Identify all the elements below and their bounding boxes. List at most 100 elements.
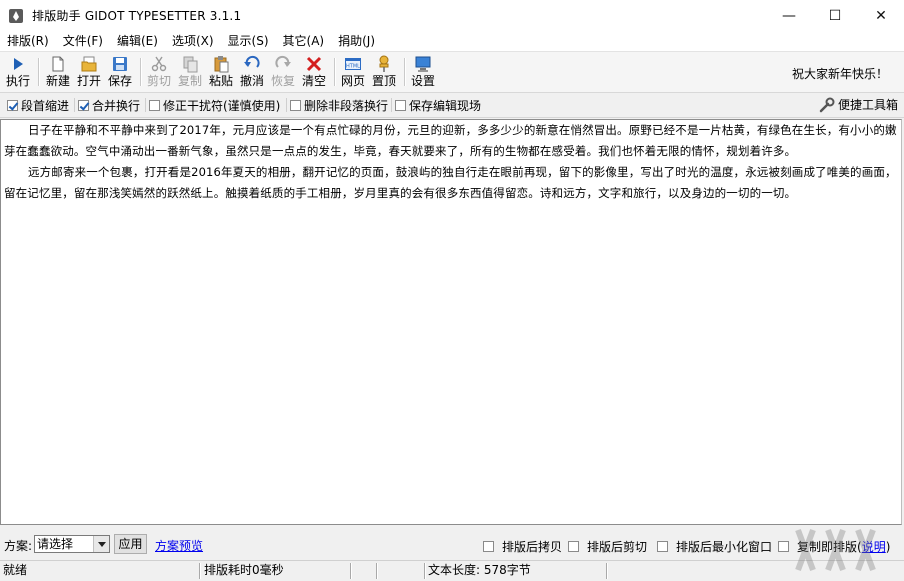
run-button[interactable]: 执行: [4, 54, 32, 90]
menu-options[interactable]: 选项(X): [165, 31, 221, 51]
editor-paragraph: 日子在平静和不平静中来到了2017年，元月应该是一个有点忙碌的月份，元旦的迎新，…: [4, 123, 897, 158]
app-icon: [9, 8, 23, 23]
greeting-text: 祝大家新年快乐！: [791, 67, 888, 81]
undo-label: 撤消: [239, 74, 264, 88]
menu-typeset[interactable]: 排版(R): [0, 31, 56, 51]
window-title: 排版助手 GIDOT TYPESETTER 3.1.1: [32, 9, 242, 23]
menu-other[interactable]: 其它(A): [276, 31, 332, 51]
close-paren: ): [885, 539, 891, 554]
settings-button[interactable]: 设置: [409, 54, 437, 90]
open-label: 打开: [76, 74, 101, 88]
scheme-label: 方案:: [4, 539, 33, 553]
save-label: 保存: [107, 74, 132, 88]
option-indent[interactable]: 段首缩进: [7, 97, 69, 113]
option-indent-label: 段首缩进: [21, 98, 70, 113]
option-copy-typeset-label: 复制即排版(: [797, 540, 862, 554]
clear-button[interactable]: 清空: [300, 54, 328, 90]
status-divider: [376, 563, 378, 579]
status-divider: [350, 563, 352, 579]
menu-donate[interactable]: 捐助(J): [331, 31, 382, 51]
options-bar: 段首缩进 合并换行 修正干扰符(谨慎使用) 删除非段落换行 保存编辑现场 便捷工…: [0, 93, 904, 118]
cut-button[interactable]: 剪切: [145, 54, 173, 90]
checkbox-indent[interactable]: [7, 99, 18, 111]
menu-edit[interactable]: 编辑(E): [110, 31, 165, 51]
close-button[interactable]: ✕: [858, 0, 904, 31]
option-minimize-after[interactable]: 排版后最小化窗口: [657, 538, 772, 555]
pin-top-label: 置顶: [371, 74, 396, 88]
scheme-bar: 方案: 请选择 应用 方案预览 排版后拷贝 排版后剪切 排版后最小化窗口 复制即…: [0, 533, 904, 556]
toolbox-link[interactable]: 便捷工具箱: [819, 96, 898, 113]
paste-label: 粘贴: [208, 74, 233, 88]
status-text-length: 文本长度: 578字节: [428, 563, 531, 577]
undo-icon: [244, 55, 260, 68]
checkbox-merge-lines[interactable]: [78, 99, 89, 111]
apply-button[interactable]: 应用: [114, 534, 147, 554]
paste-clipboard-icon: [214, 56, 229, 73]
copy-label: 复制: [177, 74, 202, 88]
open-button[interactable]: 打开: [75, 54, 103, 90]
toolbox-label: 便捷工具箱: [837, 98, 898, 112]
option-copy-after[interactable]: 排版后拷贝: [483, 538, 562, 555]
scheme-preview-link[interactable]: 方案预览: [155, 537, 203, 554]
checkbox-save-session[interactable]: [395, 99, 406, 111]
title-bar: 排版助手 GIDOT TYPESETTER 3.1.1 — ☐ ✕: [0, 0, 904, 31]
menu-display[interactable]: 显示(S): [221, 31, 276, 51]
scheme-select[interactable]: 请选择: [34, 535, 110, 553]
checkbox-copy-typeset[interactable]: [778, 541, 789, 552]
open-folder-icon: [81, 56, 97, 72]
monitor-icon: [415, 56, 431, 72]
scheme-select-value: 请选择: [37, 537, 74, 551]
red-x-icon: [306, 56, 322, 72]
new-button[interactable]: 新建: [44, 54, 72, 90]
option-merge-lines-label: 合并换行: [92, 98, 141, 113]
save-button[interactable]: 保存: [106, 54, 134, 90]
minimize-button[interactable]: —: [766, 0, 812, 31]
option-separator: [74, 98, 75, 112]
status-divider: [199, 563, 201, 579]
pin-icon: [379, 55, 389, 72]
editor-paragraph: 远方邮寄来一个包裹，打开看是2016年夏天的相册，翻开记忆的页面，鼓浪屿的独自行…: [4, 165, 897, 200]
option-fix-interference-label: 修正干扰符(谨慎使用): [163, 98, 281, 113]
option-fix-interference[interactable]: 修正干扰符(谨慎使用): [149, 97, 280, 113]
checkbox-copy-after[interactable]: [483, 541, 494, 552]
redo-icon: [275, 55, 291, 68]
window-controls: — ☐ ✕: [766, 0, 904, 31]
cut-label: 剪切: [146, 74, 171, 88]
checkbox-remove-breaks[interactable]: [290, 99, 301, 111]
scissors-icon: [151, 56, 167, 72]
settings-label: 设置: [410, 74, 435, 88]
web-label: 网页: [340, 74, 365, 88]
option-merge-lines[interactable]: 合并换行: [78, 97, 140, 113]
web-button[interactable]: HTML 网页: [339, 54, 367, 90]
paste-button[interactable]: 粘贴: [207, 54, 235, 90]
option-minimize-after-label: 排版后最小化窗口: [676, 540, 773, 554]
menu-file[interactable]: 文件(F): [56, 31, 110, 51]
help-link[interactable]: 说明: [862, 538, 886, 555]
option-save-session-label: 保存编辑现场: [409, 98, 482, 113]
option-copy-after-label: 排版后拷贝: [502, 540, 563, 554]
checkbox-fix-interference[interactable]: [149, 99, 160, 111]
checkbox-minimize-after[interactable]: [657, 541, 668, 552]
toolbar: 执行 新建 打开 保存 剪切 复制 粘贴 撤消 恢复 清空 HTML 网页 置顶…: [0, 52, 904, 93]
option-save-session[interactable]: 保存编辑现场: [395, 97, 481, 113]
option-cut-after-label: 排版后剪切: [587, 540, 648, 554]
option-separator: [391, 98, 392, 112]
status-time: 排版耗时0毫秒: [204, 563, 284, 577]
option-copy-typeset[interactable]: 复制即排版(说明): [778, 538, 890, 555]
undo-button[interactable]: 撤消: [238, 54, 266, 90]
status-divider: [606, 563, 608, 579]
copy-icon: [183, 56, 198, 73]
redo-button[interactable]: 恢复: [269, 54, 297, 90]
run-label: 执行: [5, 74, 30, 88]
option-cut-after[interactable]: 排版后剪切: [568, 538, 647, 555]
dropdown-arrow-icon[interactable]: [93, 536, 109, 552]
copy-button[interactable]: 复制: [176, 54, 204, 90]
option-remove-breaks-label: 删除非段落换行: [304, 98, 389, 113]
maximize-button[interactable]: ☐: [812, 0, 858, 31]
pin-top-button[interactable]: 置顶: [370, 54, 398, 90]
option-remove-breaks[interactable]: 删除非段落换行: [290, 97, 388, 113]
checkbox-cut-after[interactable]: [568, 541, 579, 552]
text-editor[interactable]: 日子在平静和不平静中来到了2017年，元月应该是一个有点忙碌的月份，元旦的迎新，…: [0, 119, 902, 525]
option-separator: [286, 98, 287, 112]
svg-text:HTML: HTML: [346, 64, 360, 70]
